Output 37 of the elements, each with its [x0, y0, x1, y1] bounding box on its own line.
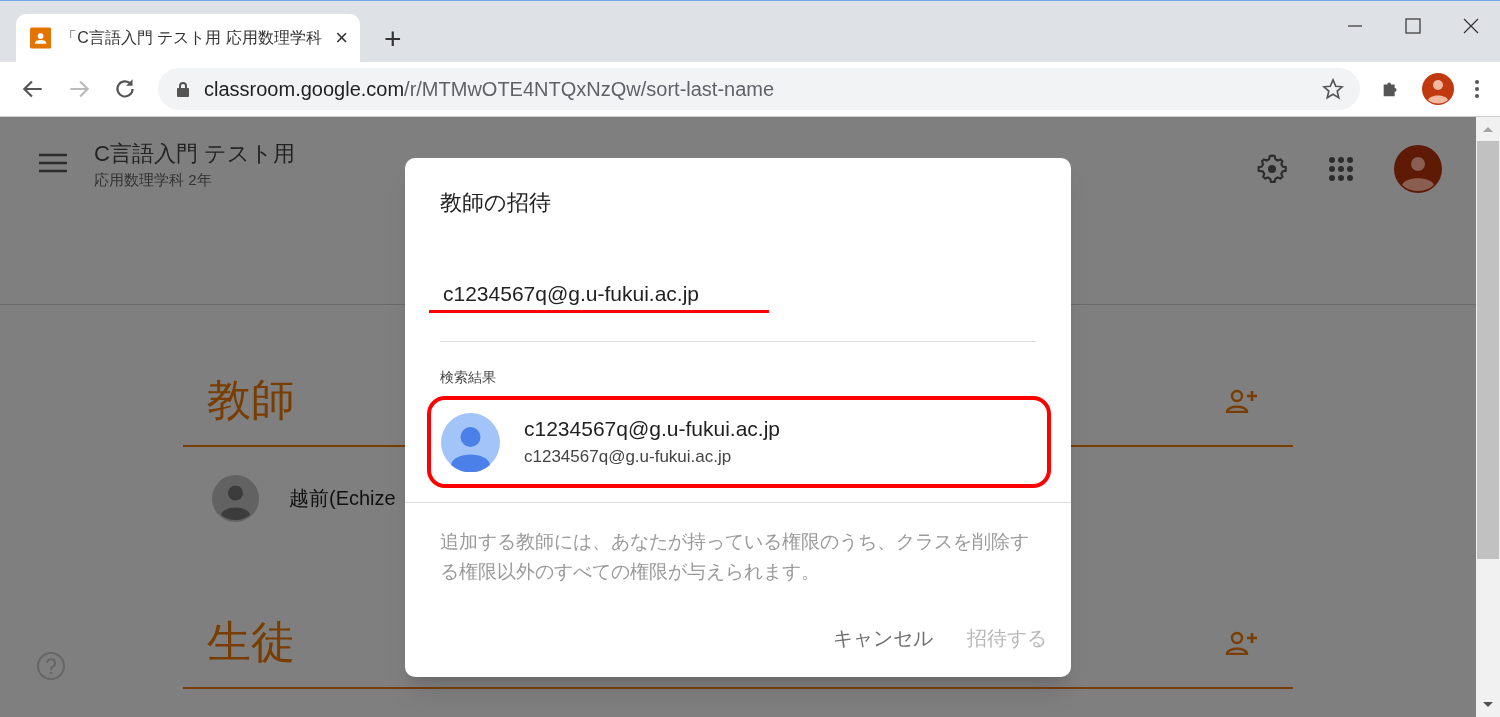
close-tab-button[interactable]: ×	[335, 27, 348, 49]
scrollbar[interactable]	[1476, 117, 1500, 717]
email-input-field[interactable]: c1234567q@g.u-fukui.ac.jp	[429, 277, 769, 313]
add-person-icon[interactable]	[1225, 631, 1259, 655]
dialog-title: 教師の招待	[440, 189, 552, 217]
person-avatar-icon	[212, 474, 259, 522]
lock-icon	[176, 81, 190, 97]
menu-icon[interactable]	[38, 153, 68, 173]
search-result-item[interactable]: c1234567q@g.u-fukui.ac.jp c1234567q@g.u-fukui.ac.jp	[427, 396, 1051, 488]
section-heading: 教師	[207, 375, 295, 425]
apps-grid-icon[interactable]	[1328, 156, 1354, 182]
new-tab-button[interactable]: +	[384, 24, 402, 54]
avatar-icon[interactable]	[1422, 73, 1454, 105]
person-name: 越前(Echize	[289, 486, 396, 511]
result-email: c1234567q@g.u-fukui.ac.jp	[524, 446, 733, 468]
result-name: c1234567q@g.u-fukui.ac.jp	[524, 416, 780, 442]
scroll-down-icon[interactable]	[1482, 701, 1494, 709]
class-title: C言語入門 テスト用	[94, 140, 295, 168]
permission-note: 追加する教師には、あなたが持っている権限のうち、クラスを削除する権限以外のすべての権限が与えられます。	[440, 530, 1030, 584]
settings-icon[interactable]	[1256, 153, 1288, 185]
class-subtitle: 応用数理学科 2年	[94, 170, 213, 190]
classroom-icon	[30, 27, 52, 49]
results-label: 検索結果	[440, 368, 497, 387]
tab-title: 「C言語入門 テスト用 応用数理学科	[61, 28, 323, 48]
scroll-up-icon[interactable]	[1482, 125, 1494, 133]
dialog-button[interactable]: キャンセル	[833, 623, 933, 653]
browser-tab[interactable]: 「C言語入門 テスト用 応用数理学科 ×	[16, 14, 360, 62]
star-icon[interactable]	[1322, 78, 1344, 100]
close-icon[interactable]	[1462, 17, 1480, 35]
account-avatar[interactable]	[1394, 145, 1442, 193]
section-heading: 生徒	[207, 617, 295, 667]
person-avatar-icon	[441, 412, 500, 472]
more-icon[interactable]	[1474, 79, 1480, 99]
address-bar[interactable]: classroom.google.com/r/MTMwOTE4NTQxNzQw/sort-last-name	[158, 68, 1360, 110]
maximize-icon[interactable]	[1404, 17, 1422, 35]
add-person-icon[interactable]	[1225, 389, 1259, 413]
url-text: classroom.google.com/r/MTMwOTE4NTQxNzQw/sort-last-name	[204, 77, 775, 102]
